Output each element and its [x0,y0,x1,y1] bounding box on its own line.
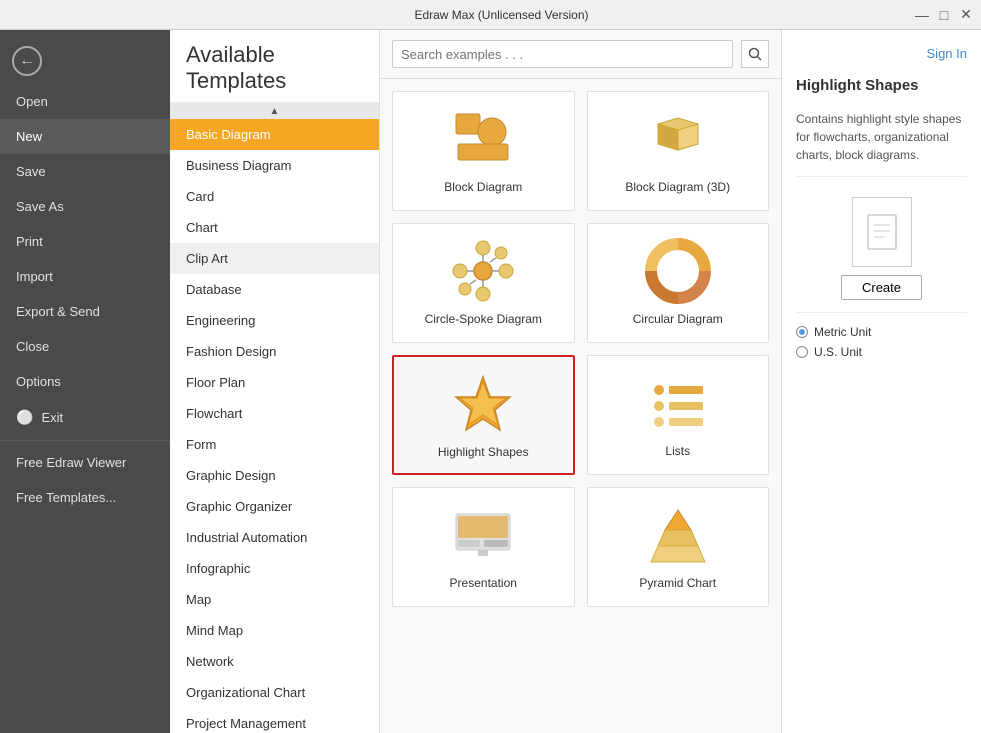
category-item-mindmap[interactable]: Mind Map [170,615,379,646]
create-button[interactable]: Create [841,275,922,300]
search-button[interactable] [741,40,769,68]
title-bar: Edraw Max (Unlicensed Version) — □ ✕ [0,0,981,30]
category-item-orgchart[interactable]: Organizational Chart [170,677,379,708]
sidebar-item-free-viewer[interactable]: Free Edraw Viewer [0,445,170,480]
sign-in-link[interactable]: Sign In [927,46,967,61]
sidebar-item-import[interactable]: Import [0,259,170,294]
template-category-list: ▲ Basic DiagramBusiness DiagramCardChart… [170,103,379,733]
sidebar-item-free-templates[interactable]: Free Templates... [0,480,170,515]
category-item-flowchart[interactable]: Flowchart [170,398,379,429]
sidebar: ← Open New Save Save As Print Import Exp… [0,30,170,733]
template-label-block-diagram-3d: Block Diagram (3D) [625,180,730,196]
template-icon-pyramid-chart [643,500,713,570]
minimize-button[interactable]: — [915,8,929,22]
back-circle-icon: ← [12,46,42,76]
template-icon-presentation [448,500,518,570]
category-item-map[interactable]: Map [170,584,379,615]
template-label-lists: Lists [665,444,690,460]
window-title: Edraw Max (Unlicensed Version) [88,8,915,22]
back-button[interactable]: ← [0,38,170,84]
right-panel-title: Highlight Shapes [796,77,967,94]
category-item-business[interactable]: Business Diagram [170,150,379,181]
template-list-area: Available Templates ▲ Basic DiagramBusin… [170,30,380,733]
search-icon [748,47,762,61]
sidebar-item-save-as[interactable]: Save As [0,189,170,224]
metric-unit-radio[interactable]: Metric Unit [796,325,967,339]
template-label-circle-spoke: Circle-Spoke Diagram [425,312,542,328]
right-panel: Sign In Highlight Shapes Contains highli… [781,30,981,733]
search-bar-row [380,30,781,79]
template-icon-lists [643,368,713,438]
category-item-graphicorg[interactable]: Graphic Organizer [170,491,379,522]
template-label-pyramid-chart: Pyramid Chart [639,576,716,592]
template-item-pyramid-chart[interactable]: Pyramid Chart [587,487,770,607]
metric-unit-label: Metric Unit [814,325,871,339]
template-grid-scroll: Block Diagram Block Diagram (3D) [380,79,781,733]
template-item-highlight-shapes[interactable]: ➜ Highlight Shapes [392,355,575,475]
right-panel-divider [796,176,967,177]
sidebar-item-print[interactable]: Print [0,224,170,259]
sidebar-item-open[interactable]: Open [0,84,170,119]
category-item-network[interactable]: Network [170,646,379,677]
category-item-chart[interactable]: Chart [170,212,379,243]
template-icon-circle-spoke [448,236,518,306]
template-label-highlight-shapes: Highlight Shapes [438,445,529,461]
category-item-card[interactable]: Card [170,181,379,212]
sidebar-item-exit[interactable]: ⚪ Exit [0,399,170,436]
category-item-basic[interactable]: Basic Diagram [170,119,379,150]
category-item-engineering[interactable]: Engineering [170,305,379,336]
template-label-block-diagram: Block Diagram [444,180,522,196]
sidebar-item-options[interactable]: Options [0,364,170,399]
template-icon-circular [643,236,713,306]
search-input[interactable] [392,40,733,68]
right-panel-divider-2 [796,312,967,313]
us-unit-radio-circle [796,346,808,358]
category-item-database[interactable]: Database [170,274,379,305]
scroll-up-arrow[interactable]: ▲ [170,103,379,119]
template-icon-highlight-shapes [448,369,518,439]
template-grid-area: Block Diagram Block Diagram (3D) [380,30,781,733]
create-section: Create [796,197,967,300]
template-label-presentation: Presentation [450,576,517,592]
metric-unit-radio-circle [796,326,808,338]
sidebar-item-save[interactable]: Save [0,154,170,189]
unit-radio-group: Metric Unit U.S. Unit [796,325,967,359]
template-item-circle-spoke[interactable]: Circle-Spoke Diagram [392,223,575,343]
category-item-graphicdesign[interactable]: Graphic Design [170,460,379,491]
template-grid: Block Diagram Block Diagram (3D) [392,91,769,607]
category-item-fashion[interactable]: Fashion Design [170,336,379,367]
category-item-floorplan[interactable]: Floor Plan [170,367,379,398]
category-item-project[interactable]: Project Management [170,708,379,733]
template-icon-block-diagram-3d [643,104,713,174]
close-button[interactable]: ✕ [959,8,973,22]
template-item-block-diagram-3d[interactable]: Block Diagram (3D) [587,91,770,211]
category-item-infographic[interactable]: Infographic [170,553,379,584]
restore-button[interactable]: □ [937,8,951,22]
right-panel-description: Contains highlight style shapes for flow… [796,110,967,164]
category-item-form[interactable]: Form [170,429,379,460]
category-item-industrial[interactable]: Industrial Automation [170,522,379,553]
exit-icon: ⚪ [16,409,33,426]
template-item-block-diagram[interactable]: Block Diagram [392,91,575,211]
sidebar-item-new[interactable]: New [0,119,170,154]
sidebar-item-close[interactable]: Close [0,329,170,364]
us-unit-radio[interactable]: U.S. Unit [796,345,967,359]
template-item-lists[interactable]: Lists [587,355,770,475]
template-list-header: Available Templates [170,30,379,103]
template-item-presentation[interactable]: Presentation [392,487,575,607]
category-item-clipart[interactable]: Clip Art [170,243,379,274]
sidebar-item-export[interactable]: Export & Send [0,294,170,329]
template-icon-block-diagram [448,104,518,174]
sidebar-divider [0,440,170,441]
template-item-circular[interactable]: Circular Diagram [587,223,770,343]
template-label-circular: Circular Diagram [633,312,723,328]
us-unit-label: U.S. Unit [814,345,862,359]
create-preview-icon [852,197,912,267]
